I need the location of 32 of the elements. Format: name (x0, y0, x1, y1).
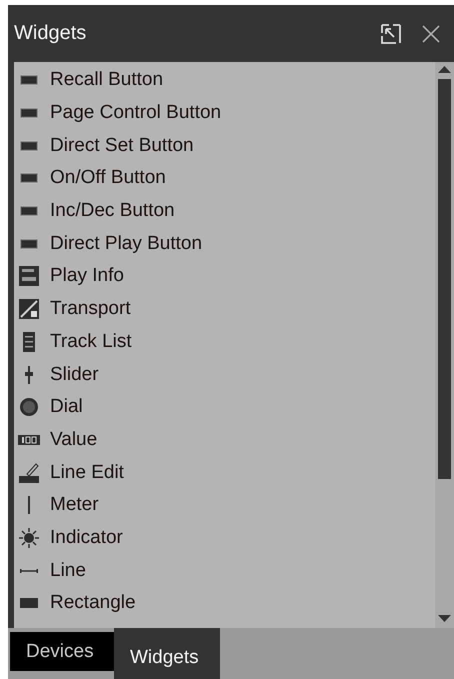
widget-item[interactable]: Direct Play Button (50, 232, 202, 255)
pencil-edit-icon (18, 462, 40, 484)
widget-item[interactable]: Play Info (50, 265, 124, 288)
dial-icon (18, 396, 40, 418)
undock-icon (379, 22, 403, 46)
widget-item[interactable]: Line Edit (50, 462, 124, 484)
widget-item[interactable]: Slider (50, 364, 99, 386)
close-icon (421, 24, 441, 44)
scroll-thumb[interactable] (438, 79, 451, 479)
sun-icon (18, 526, 40, 549)
widget-item[interactable]: Indicator (50, 526, 123, 549)
info-tile-icon (18, 265, 40, 288)
scroll-up-icon[interactable] (437, 64, 452, 74)
transport-icon (18, 298, 40, 320)
widget-item[interactable]: On/Off Button (50, 167, 166, 190)
widget-item[interactable]: Dial (50, 396, 83, 418)
panel-title: Widgets (14, 22, 88, 45)
widget-item[interactable]: Inc/Dec Button (50, 200, 175, 222)
widget-item[interactable]: Line (50, 560, 86, 582)
scroll-down-icon[interactable] (437, 614, 452, 624)
widget-item[interactable]: Page Control Button (50, 102, 222, 124)
tab[interactable]: Widgets (114, 628, 220, 679)
scrollbar[interactable] (435, 62, 454, 628)
widget-item[interactable]: Track List (50, 330, 132, 353)
widget-item[interactable]: Recall Button (50, 69, 164, 92)
widget-item[interactable]: Rectangle (50, 592, 136, 614)
widget-item[interactable]: Transport (50, 298, 131, 320)
widget-item[interactable]: Meter (50, 494, 99, 516)
widget-item[interactable]: Value (50, 428, 98, 451)
tab[interactable]: Devices (10, 632, 114, 671)
line-icon (20, 568, 38, 573)
widget-item[interactable]: Direct Set Button (50, 134, 194, 157)
